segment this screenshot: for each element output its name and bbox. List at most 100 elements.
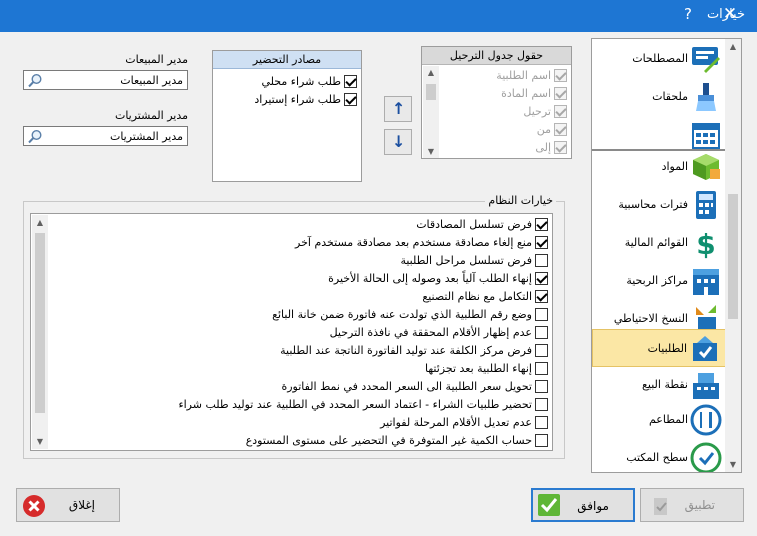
nav-item-label: المواد (661, 160, 688, 173)
system-option-checkbox[interactable] (535, 326, 548, 339)
nav-item-label: ملحقات (652, 90, 688, 103)
help-button[interactable]: ? (680, 5, 696, 23)
schedule-fields-header: حقول جدول الترحيل (422, 47, 571, 65)
system-option-row[interactable]: حساب الكمية غير المتوفرة في التحضير على … (49, 432, 552, 450)
system-option-row[interactable]: فرض تسلسل مراحل الطلبية (49, 252, 552, 270)
scroll-up-arrow[interactable]: ▲ (725, 42, 741, 51)
system-option-checkbox[interactable] (535, 398, 548, 411)
scroll-up-arrow[interactable]: ▲ (423, 68, 439, 77)
purchase-manager-label: مدير المشتريات (114, 109, 188, 122)
nav-item[interactable]: المصطلحات (592, 40, 726, 78)
scroll-thumb[interactable] (426, 84, 436, 100)
nav-item[interactable]: فترات محاسبية (592, 186, 726, 224)
system-option-row[interactable]: فرض تسلسل المصادقات (49, 216, 552, 234)
schedule-fields-list: حقول جدول الترحيل اسم الطلبية اسم المادة… (421, 46, 572, 159)
system-option-row[interactable]: وضع رقم الطلبية الذي تولدت عنه فاتورة ضم… (49, 306, 552, 324)
system-option-checkbox[interactable] (535, 218, 548, 231)
prep-source-checkbox[interactable] (344, 75, 357, 88)
system-option-row[interactable]: تحويل سعر الطلبية الى السعر المحدد في نم… (49, 378, 552, 396)
nav-item[interactable]: $ القوائم المالية (592, 224, 726, 262)
system-option-row[interactable]: فرض مركز الكلفة عند توليد الفاتورة النات… (49, 342, 552, 360)
prep-source-import[interactable]: طلب شراء إستيراد (213, 91, 361, 109)
schedule-field-item[interactable]: اسم الطلبية (440, 67, 571, 85)
system-option-label: التكامل مع نظام التصنيع (422, 290, 532, 303)
scroll-down-arrow[interactable]: ▼ (423, 147, 439, 156)
schedule-field-item[interactable]: اسم المادة (440, 85, 571, 103)
system-option-row[interactable]: إنهاء الطلب آلياً بعد وصوله إلى الحالة ا… (49, 270, 552, 288)
schedule-fields-scrollbar[interactable]: ▲ ▼ (423, 66, 439, 158)
scroll-thumb[interactable] (728, 194, 738, 319)
building-icon (693, 269, 719, 295)
schedule-field-label: من (536, 123, 551, 136)
move-up-button[interactable]: ↑ (384, 96, 412, 122)
prep-source-checkbox[interactable] (344, 93, 357, 106)
system-option-checkbox[interactable] (535, 344, 548, 357)
scroll-down-arrow[interactable]: ▼ (32, 437, 48, 446)
system-option-label: وضع رقم الطلبية الذي تولدت عنه فاتورة ضم… (272, 308, 532, 321)
schedule-field-checkbox[interactable] (554, 87, 567, 100)
nav-item-label: النسخ الاحتياطي (613, 312, 688, 325)
nav-item[interactable]: المطاعم (592, 401, 726, 439)
schedule-field-checkbox[interactable] (554, 123, 567, 136)
prep-sources-list: مصادر التحضير طلب شراء محلي طلب شراء إست… (212, 50, 362, 182)
schedule-field-item[interactable]: ترحيل (440, 103, 571, 121)
system-option-checkbox[interactable] (535, 254, 548, 267)
options-window: خيارات ? ✕ مدير المبيعات مدير المبيعات م… (0, 0, 757, 536)
nav-item[interactable]: نقطة البيع (592, 366, 726, 404)
system-option-checkbox[interactable] (535, 380, 548, 393)
system-option-checkbox[interactable] (535, 416, 548, 429)
system-option-checkbox[interactable] (535, 236, 548, 249)
schedule-field-checkbox[interactable] (554, 105, 567, 118)
system-option-checkbox[interactable] (535, 290, 548, 303)
system-option-checkbox[interactable] (535, 434, 548, 447)
move-down-button[interactable]: ↓ (384, 129, 412, 155)
system-options-scrollbar[interactable]: ▲ ▼ (32, 215, 48, 449)
nav-item[interactable]: الطلبيات (592, 329, 726, 367)
purchase-manager-field[interactable]: مدير المشتريات (23, 126, 188, 146)
sales-manager-field[interactable]: مدير المبيعات (23, 70, 188, 90)
close-button[interactable]: إغلاق (16, 488, 120, 522)
system-option-checkbox[interactable] (535, 362, 548, 375)
schedule-field-checkbox[interactable] (554, 141, 567, 154)
system-option-row[interactable]: تحضير طلبيات الشراء - اعتماد السعر المحد… (49, 396, 552, 414)
nav-item[interactable]: ملحقات (592, 78, 726, 116)
search-icon[interactable] (27, 73, 43, 88)
system-option-label: تحضير طلبيات الشراء - اعتماد السعر المحد… (178, 398, 532, 411)
nav-item[interactable]: المواد (592, 148, 726, 186)
system-option-checkbox[interactable] (535, 308, 548, 321)
schedule-field-item[interactable]: إلى (440, 139, 571, 157)
purchase-manager-value: مدير المشتريات (109, 130, 183, 143)
schedule-field-item[interactable]: من (440, 121, 571, 139)
scroll-thumb[interactable] (35, 233, 45, 413)
system-option-row[interactable]: إنهاء الطلبية بعد تجزئتها (49, 360, 552, 378)
nav-item-label: الطلبيات (647, 342, 687, 355)
nav-item[interactable]: سطح المكتب (592, 439, 726, 472)
close-button-label: إغلاق (68, 498, 95, 512)
sales-manager-label: مدير المبيعات (125, 53, 188, 66)
system-options-list: ▲ ▼ فرض تسلسل المصادقات منع إلغاء مصادقة … (30, 213, 553, 451)
scroll-up-arrow[interactable]: ▲ (32, 218, 48, 227)
ok-button[interactable]: موافق (531, 488, 635, 522)
system-option-row[interactable]: التكامل مع نظام التصنيع (49, 288, 552, 306)
nav-item[interactable]: مراكز الربحية (592, 262, 726, 300)
system-option-label: إنهاء الطلب آلياً بعد وصوله إلى الحالة ا… (328, 272, 532, 285)
system-option-row[interactable]: منع إلغاء مصادقة مستخدم بعد مصادقة مستخد… (49, 234, 552, 252)
prep-source-local[interactable]: طلب شراء محلي (213, 73, 361, 91)
arrow-down-icon: ↓ (392, 132, 406, 151)
ok-button-label: موافق (577, 499, 609, 513)
apply-button[interactable]: تطبيق (640, 488, 744, 522)
system-option-label: فرض تسلسل مراحل الطلبية (400, 254, 532, 267)
system-option-row[interactable]: عدم إظهار الأقلام المحققة في نافذة الترح… (49, 324, 552, 342)
apply-button-label: تطبيق (684, 498, 715, 512)
options-nav-panel: المصطلحات ملحقات المواد فترات محاسبية $ القوا… (591, 38, 742, 473)
schedule-field-label: اسم المادة (501, 87, 551, 100)
close-window-button[interactable]: ✕ (718, 4, 742, 24)
scroll-down-arrow[interactable]: ▼ (725, 460, 741, 469)
system-option-row[interactable]: عدم تعديل الأقلام المرحلة لفواتير (49, 414, 552, 432)
system-option-checkbox[interactable] (535, 272, 548, 285)
search-icon[interactable] (27, 129, 43, 144)
nav-scrollbar[interactable]: ▲ ▼ (725, 39, 741, 472)
schedule-field-checkbox[interactable] (554, 69, 567, 82)
nav-item-label: مراكز الربحية (626, 274, 688, 287)
close-circle-icon (23, 495, 45, 517)
